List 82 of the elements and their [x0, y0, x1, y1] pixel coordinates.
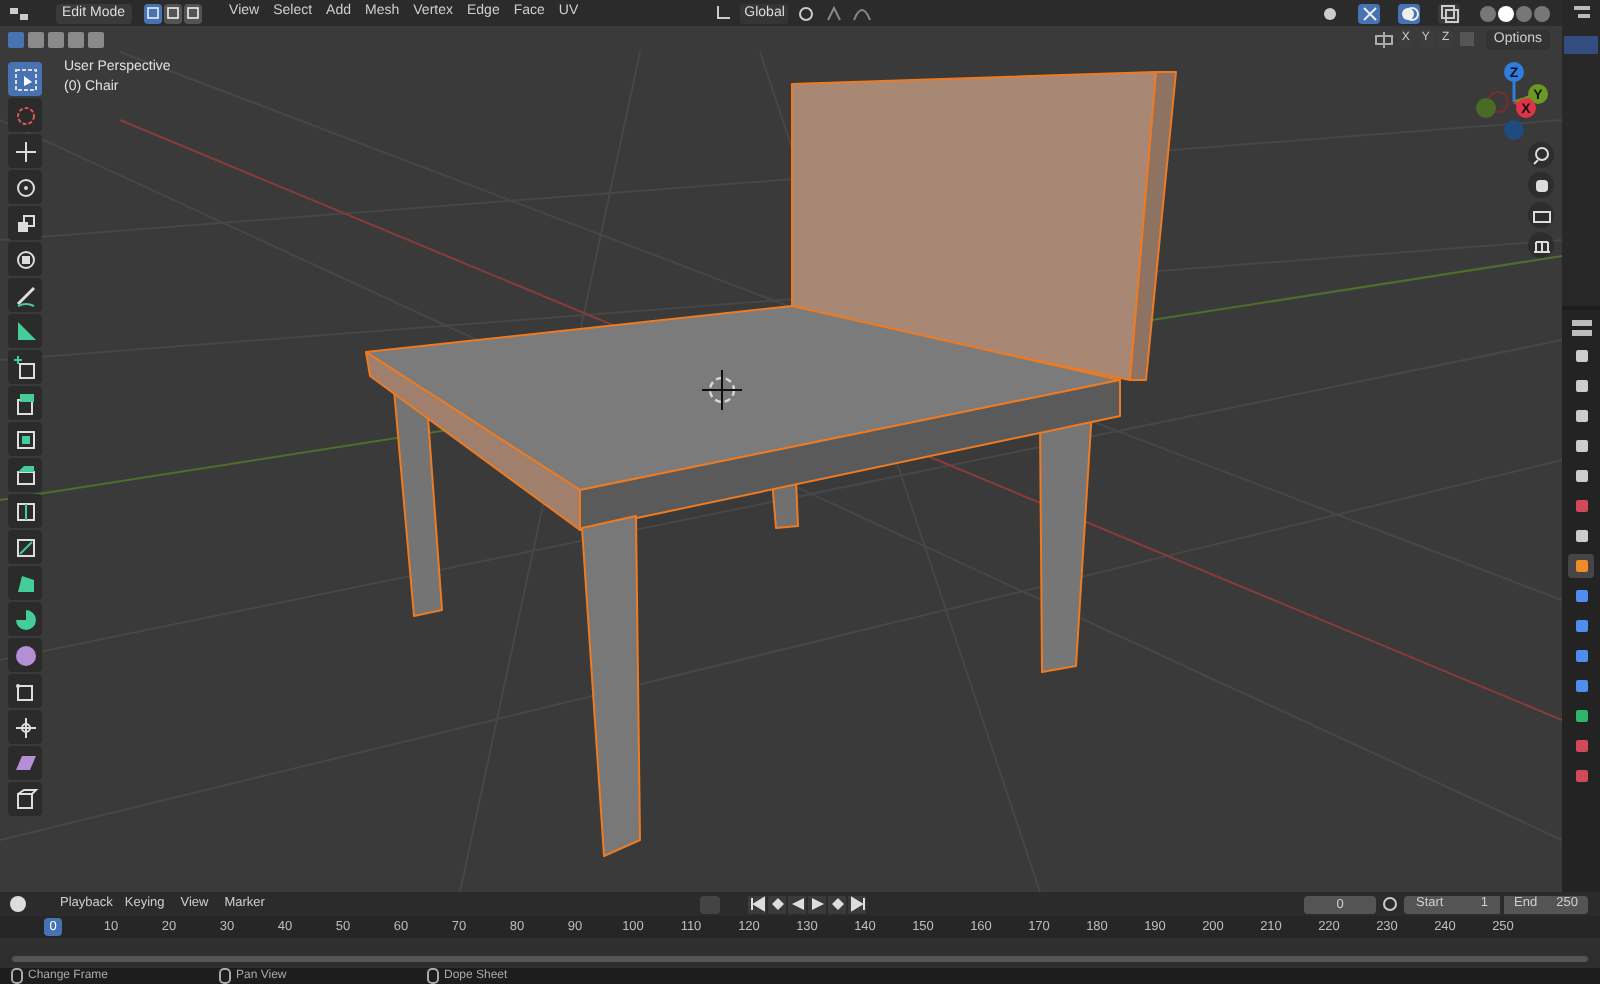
select-mode-button[interactable]	[163, 3, 182, 23]
rotate-icon	[11, 173, 39, 201]
jump-end-button[interactable]	[848, 895, 867, 913]
tool-button[interactable]	[8, 242, 42, 276]
play-button[interactable]	[808, 895, 827, 913]
add-cube-icon	[11, 353, 39, 381]
play-icon	[809, 896, 826, 912]
properties-tab[interactable]	[1568, 554, 1594, 578]
selection-mode-button[interactable]	[48, 31, 64, 47]
tool-button[interactable]	[8, 494, 42, 528]
tool-button[interactable]	[8, 602, 42, 636]
loop-cut-icon	[11, 497, 39, 525]
zoom-button[interactable]	[1528, 142, 1554, 168]
xray-icon	[1439, 3, 1459, 23]
mirror-icon[interactable]	[1373, 29, 1394, 49]
edge-icon	[165, 6, 180, 20]
tool-button[interactable]	[8, 782, 42, 816]
3d-cursor-icon	[701, 369, 743, 411]
grid-button[interactable]	[1528, 232, 1554, 258]
move-icon	[11, 137, 39, 165]
mouse-icon	[218, 968, 232, 984]
pivot-icon[interactable]	[796, 3, 817, 23]
cursor-icon	[11, 101, 39, 129]
smooth-icon	[11, 641, 39, 669]
outliner-editor-icon[interactable]	[1569, 4, 1593, 22]
zoom-icon	[1529, 143, 1553, 167]
orientation-icon[interactable]	[714, 4, 733, 22]
select-mode-button[interactable]	[143, 3, 162, 23]
tool-button[interactable]	[8, 746, 42, 780]
tool-button[interactable]	[8, 350, 42, 384]
bevel-icon	[11, 461, 39, 489]
tool-button[interactable]	[8, 62, 42, 96]
tool-button[interactable]	[8, 206, 42, 240]
tool-button[interactable]	[8, 134, 42, 168]
gizmo-toggle[interactable]	[1358, 3, 1380, 23]
next-keyframe-icon	[829, 896, 846, 912]
face-icon	[185, 6, 200, 20]
play-reverse-button[interactable]	[788, 895, 807, 913]
next-keyframe-button[interactable]	[828, 895, 847, 913]
tool-button[interactable]	[8, 170, 42, 204]
tool-button[interactable]	[8, 422, 42, 456]
mouse-icon	[10, 968, 24, 984]
overlays-icon	[1399, 3, 1419, 23]
stopwatch-icon[interactable]	[1380, 894, 1400, 914]
extrude-icon	[11, 389, 39, 417]
select-mode-button[interactable]	[183, 3, 202, 23]
shading-mode-button[interactable]	[1498, 5, 1514, 21]
tool-button[interactable]	[8, 674, 42, 708]
tool-button[interactable]	[8, 530, 42, 564]
jump-start-button[interactable]	[748, 895, 767, 913]
tool-button[interactable]	[8, 386, 42, 420]
vertex-icon	[145, 6, 160, 20]
tool-button[interactable]	[8, 314, 42, 348]
overlays-toggle[interactable]	[1398, 3, 1420, 23]
jump-start-icon	[749, 896, 766, 912]
prev-keyframe-icon	[769, 896, 786, 912]
tool-button[interactable]	[8, 710, 42, 744]
properties-editor-icon[interactable]	[1569, 318, 1593, 338]
jump-end-icon	[849, 896, 866, 912]
proportional-edit-icon[interactable]	[852, 3, 873, 23]
inset-icon	[11, 425, 39, 453]
selection-mode-button[interactable]	[68, 31, 84, 47]
pencil-icon	[11, 281, 39, 309]
snap-icon[interactable]	[824, 3, 845, 23]
mouse-icon	[426, 968, 440, 984]
spin-icon	[11, 605, 39, 633]
selection-mode-button[interactable]	[88, 31, 104, 47]
tool-button[interactable]	[8, 458, 42, 492]
tool-button[interactable]	[8, 638, 42, 672]
xray-toggle[interactable]	[1438, 3, 1460, 23]
gizmo-icon	[1359, 3, 1379, 23]
prev-keyframe-button[interactable]	[768, 895, 787, 913]
timeline-scrollbar[interactable]	[12, 956, 1588, 962]
knife-icon	[11, 533, 39, 561]
rip-icon	[11, 785, 39, 813]
tool-button[interactable]	[8, 566, 42, 600]
tool-button[interactable]	[8, 278, 42, 312]
selection-mode-button[interactable]	[28, 31, 44, 47]
shrink-icon	[11, 713, 39, 741]
transform-icon	[11, 245, 39, 273]
select-box-icon	[11, 65, 39, 93]
play-reverse-icon	[789, 896, 806, 912]
